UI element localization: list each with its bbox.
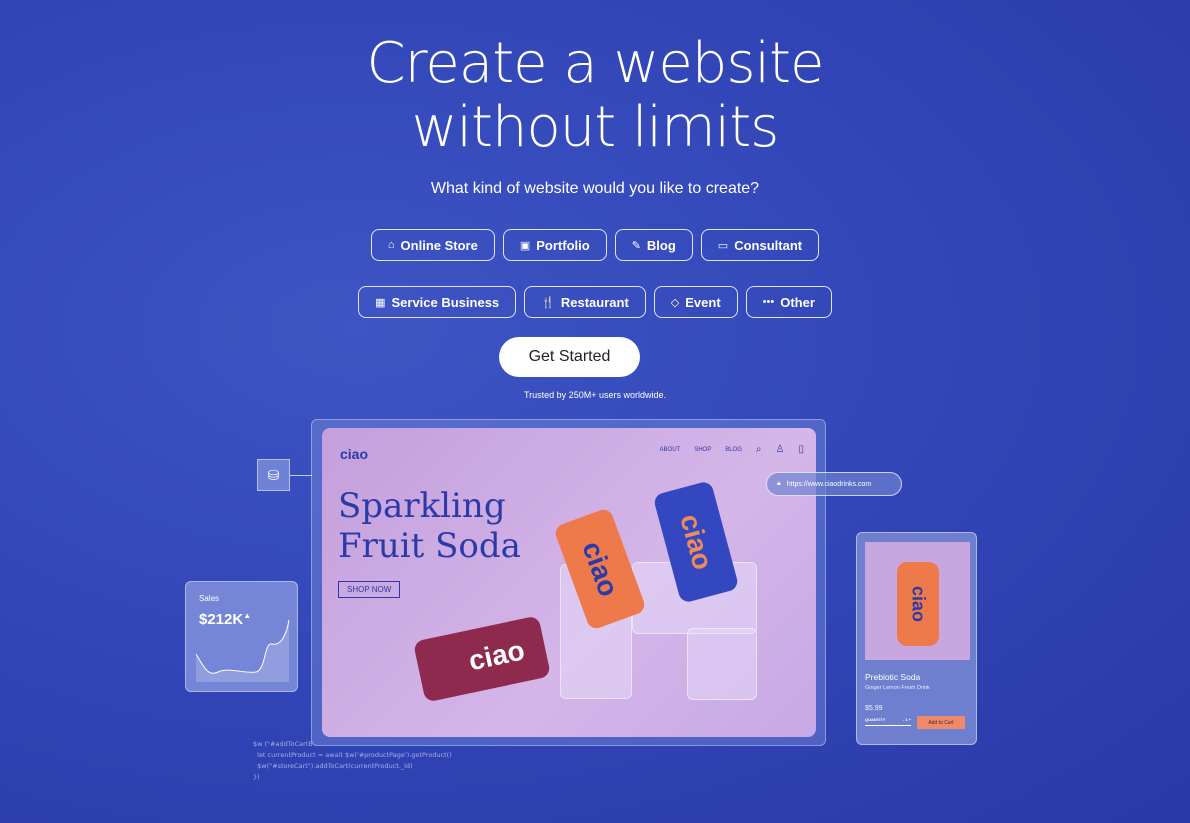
cutlery-icon: 🍴 — [541, 296, 555, 309]
category-row-2: ▦ Service Business 🍴 Restaurant ◇ Event •••… — [0, 286, 1190, 318]
chip-label: Restaurant — [560, 294, 629, 310]
headline-line: Fruit Soda — [338, 526, 521, 566]
code-line: }) — [253, 773, 260, 781]
category-portfolio[interactable]: ▣ Portfolio — [502, 229, 607, 261]
quantity-controls[interactable]: - 1 + — [903, 717, 911, 722]
code-line: let currentProduct = await $w('#productP… — [253, 751, 452, 759]
chip-label: Consultant — [734, 237, 803, 253]
bag-icon[interactable]: ▯ — [798, 444, 804, 455]
title-line-2: without limits — [411, 95, 780, 160]
ice-block — [687, 628, 757, 700]
can-label: ciao — [576, 537, 625, 601]
site-logo: ciao — [340, 446, 369, 462]
red-can: ciao — [412, 615, 552, 703]
chip-label: Portfolio — [536, 237, 590, 253]
category-event[interactable]: ◇ Event — [653, 286, 738, 318]
hero-subtitle: What kind of website would you like to c… — [430, 180, 760, 197]
get-started-button[interactable]: Get Started — [499, 337, 640, 377]
chip-label: Service Business — [391, 294, 500, 310]
category-blog[interactable]: ✎ Blog — [614, 229, 693, 261]
code-line: $w("#storeCart").addToCart(currentProduc… — [253, 762, 413, 770]
product-price: $5.99 — [865, 705, 883, 712]
can-label: ciao — [908, 585, 929, 623]
quantity-label: QUANTITY — [865, 717, 886, 722]
url-text: https://www.ciaodrinks.com — [786, 480, 872, 488]
nav-shop[interactable]: SHOP — [694, 447, 711, 453]
category-consultant[interactable]: ▭ Consultant — [700, 229, 820, 261]
product-name: Prebiotic Soda — [865, 672, 921, 682]
sales-sparkline — [195, 619, 290, 682]
briefcase-icon: ▭ — [717, 239, 729, 252]
lock-icon: 🔒︎ — [777, 480, 781, 487]
hero-title: Create a website without limits — [0, 32, 1190, 160]
title-line-1: Create a website — [366, 31, 825, 96]
website-preview: ciao ABOUT SHOP BLOG ⌕ ♙ ▯ Sparkling Frui… — [322, 428, 816, 737]
shop-now-button[interactable]: SHOP NOW — [338, 581, 401, 598]
quantity-stepper[interactable]: QUANTITY - 1 + — [865, 717, 911, 726]
pen-icon: ✎ — [631, 239, 641, 252]
chip-label: Blog — [646, 237, 676, 253]
site-nav: ABOUT SHOP BLOG ⌕ ♙ ▯ — [660, 444, 804, 455]
ticket-icon: ◇ — [670, 296, 680, 309]
can-label: ciao — [674, 510, 719, 573]
chip-label: Online Store — [400, 237, 478, 253]
user-icon[interactable]: ♙ — [776, 444, 785, 455]
portfolio-icon: ▣ — [519, 239, 531, 252]
store-icon: ⌂ — [387, 239, 395, 251]
trust-text: Trusted by 250M+ users worldwide. — [524, 390, 666, 400]
category-restaurant[interactable]: 🍴 Restaurant — [524, 286, 646, 318]
database-icon: ⛁ — [257, 459, 290, 491]
category-service-business[interactable]: ▦ Service Business — [358, 286, 517, 318]
add-to-cart-button[interactable]: Add to Cart — [917, 716, 965, 729]
nav-blog[interactable]: BLOG — [725, 447, 742, 453]
orange-can: ciao — [897, 562, 939, 646]
chip-label: Other — [780, 294, 815, 310]
chip-label: Event — [685, 294, 721, 310]
can-label: ciao — [465, 634, 528, 677]
product-image: ciao — [865, 542, 970, 660]
headline-line: Sparkling — [338, 486, 506, 526]
product-description: Ginger Lemon Fresh Drink — [865, 685, 930, 691]
quantity-value: 1 — [905, 717, 908, 722]
more-icon: ••• — [762, 296, 775, 308]
category-row-1: ⌂ Online Store ▣ Portfolio ✎ Blog ▭ Consulta… — [0, 229, 1190, 261]
url-bar: 🔒︎ https://www.ciaodrinks.com — [766, 472, 902, 496]
site-headline: Sparkling Fruit Soda — [338, 486, 521, 566]
connector-line — [290, 475, 312, 476]
nav-about[interactable]: ABOUT — [660, 447, 681, 453]
category-other[interactable]: ••• Other — [745, 286, 832, 318]
calendar-icon: ▦ — [375, 296, 386, 309]
product-card: ciao Prebiotic Soda Ginger Lemon Fresh D… — [856, 532, 977, 745]
sales-card: Sales $212K▲ — [185, 581, 298, 692]
search-icon[interactable]: ⌕ — [756, 444, 762, 455]
category-online-store[interactable]: ⌂ Online Store — [370, 229, 495, 261]
